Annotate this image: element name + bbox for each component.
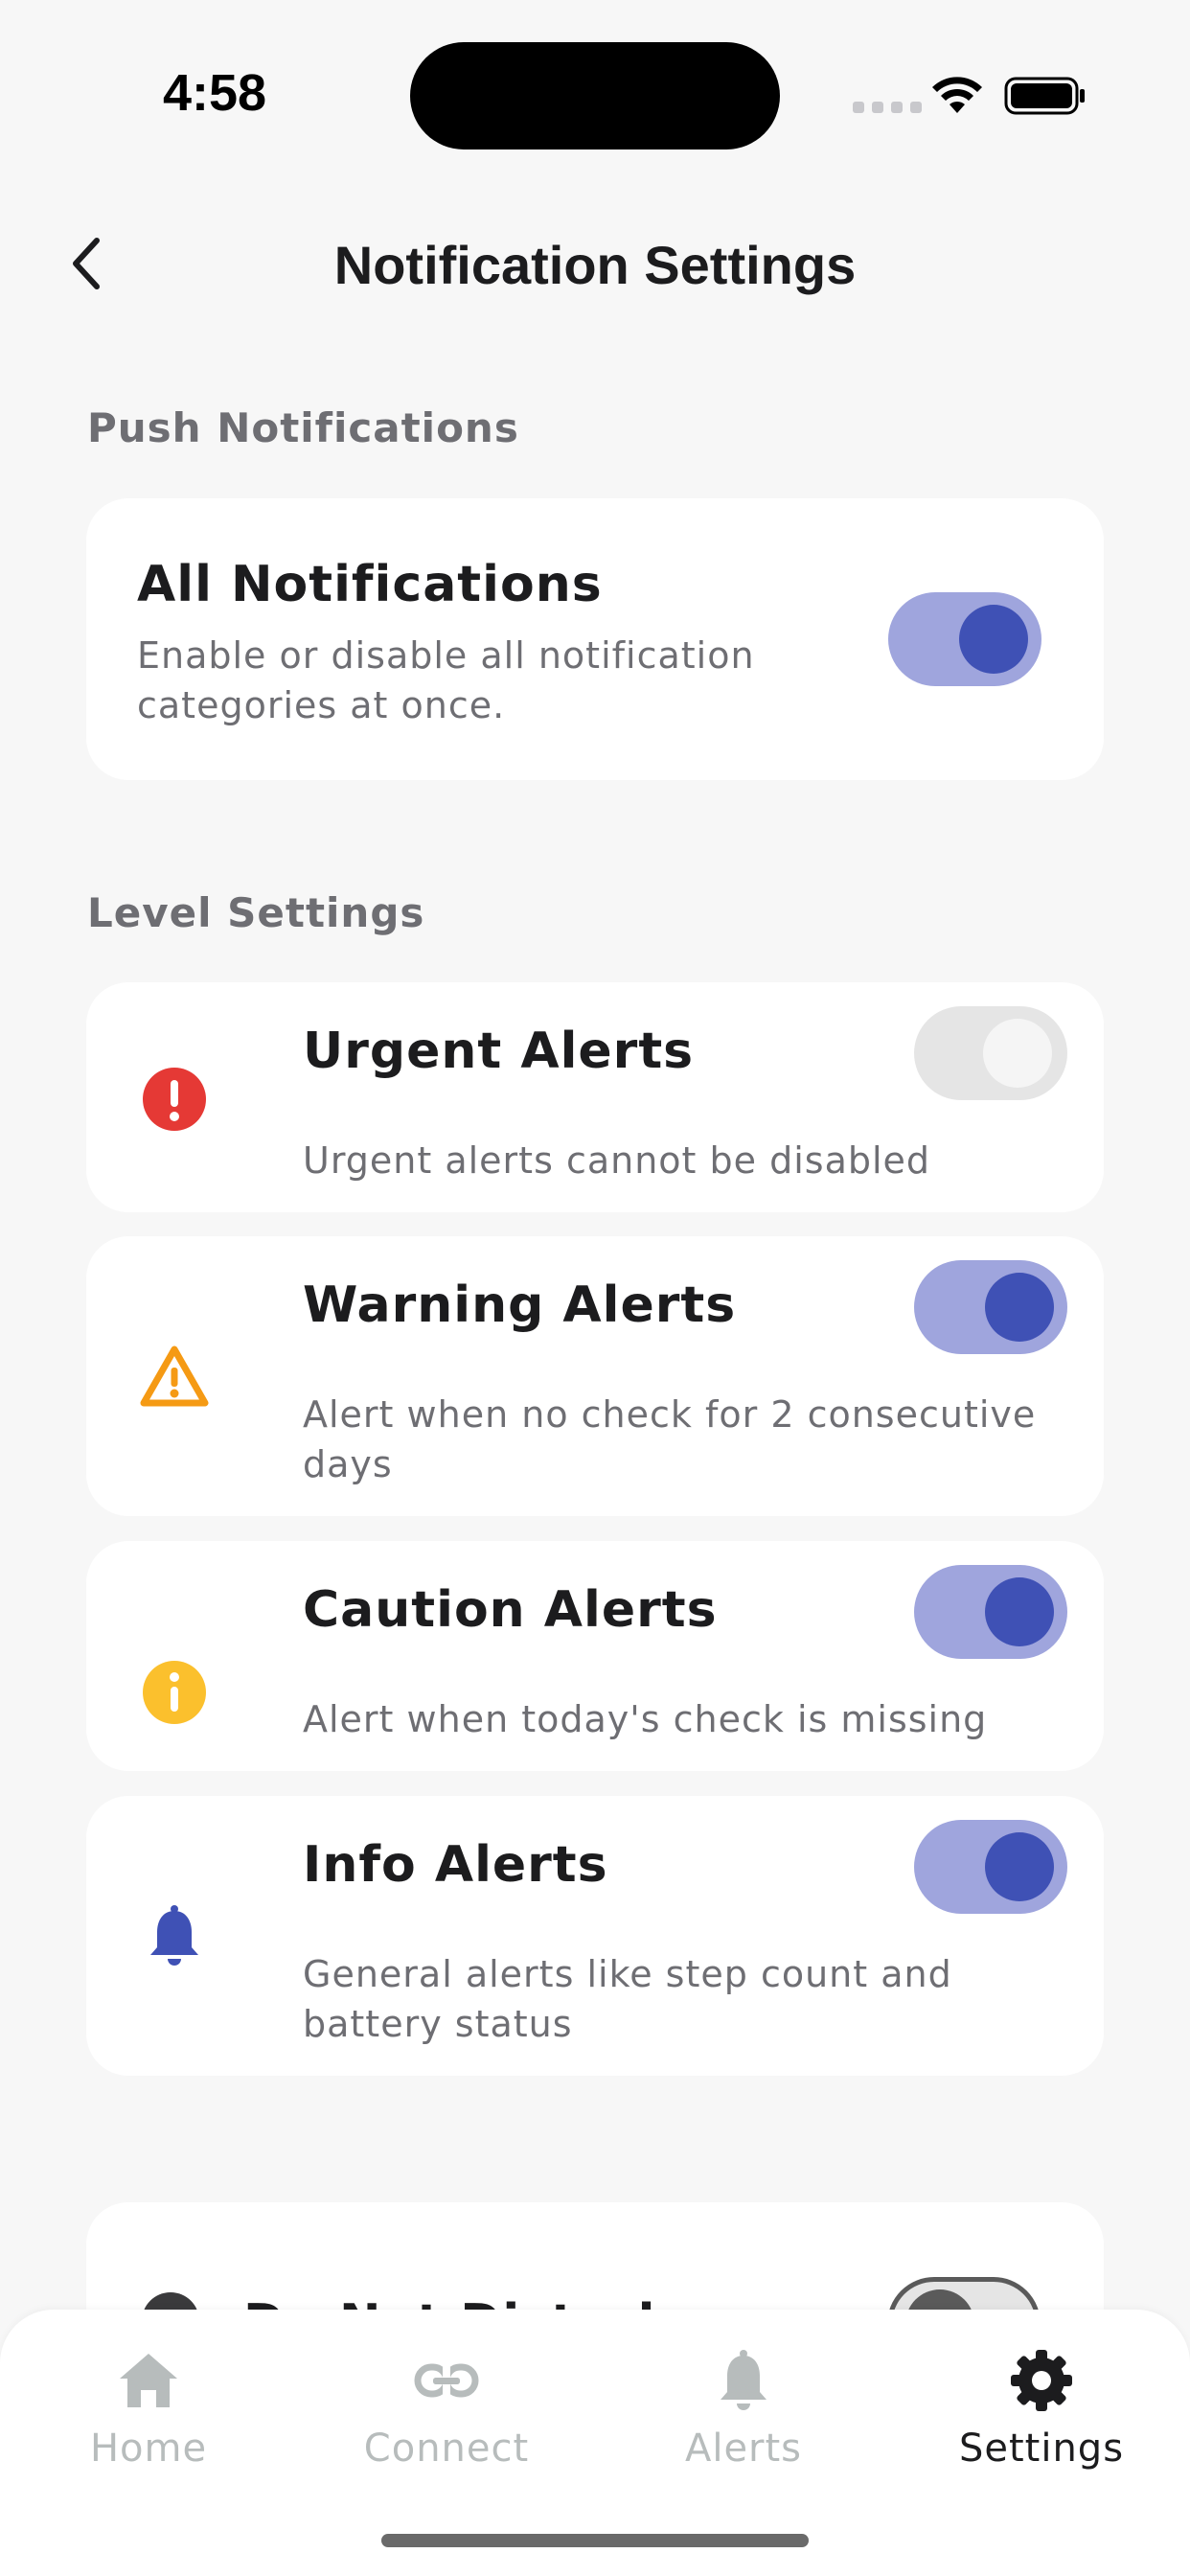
urgent-alerts-description: Urgent alerts cannot be disabled	[303, 1139, 931, 1182]
battery-icon	[1004, 77, 1085, 115]
caution-alerts-title: Caution Alerts	[303, 1581, 718, 1639]
section-label-push: Push Notifications	[87, 404, 519, 451]
urgent-alerts-title: Urgent Alerts	[303, 1023, 695, 1080]
caution-alerts-toggle[interactable]	[914, 1565, 1067, 1659]
status-time: 4:58	[163, 64, 267, 122]
link-icon	[414, 2363, 479, 2398]
tab-connect-label: Connect	[363, 2426, 530, 2471]
tab-alerts-label: Alerts	[684, 2426, 803, 2471]
warning-alerts-card: Warning Alerts Alert when no check for 2…	[86, 1236, 1104, 1516]
info-alerts-description-line1: General alerts like step count and	[303, 1953, 952, 1995]
tab-alerts[interactable]: Alerts	[595, 2338, 892, 2482]
back-button[interactable]	[54, 230, 121, 297]
tab-settings-label: Settings	[958, 2426, 1125, 2471]
all-notifications-description-line2: categories at once.	[137, 684, 506, 726]
wifi-icon	[932, 77, 982, 113]
signal-icon	[853, 102, 922, 113]
toggle-knob	[959, 605, 1028, 674]
status-bar: 4:58	[0, 0, 1190, 192]
caution-alerts-description: Alert when today's check is missing	[303, 1698, 988, 1740]
info-alerts-toggle[interactable]	[914, 1820, 1067, 1914]
bell-icon	[150, 1905, 198, 1966]
all-notifications-description-line1: Enable or disable all notification	[137, 634, 755, 677]
caution-alerts-card: Caution Alerts Alert when today's check …	[86, 1541, 1104, 1771]
toggle-knob	[983, 1019, 1052, 1088]
bell-icon	[721, 2350, 767, 2410]
all-notifications-toggle[interactable]	[888, 592, 1041, 686]
home-icon	[120, 2354, 177, 2407]
all-notifications-card: All Notifications Enable or disable all …	[86, 498, 1104, 780]
gear-icon	[1011, 2350, 1072, 2411]
warning-alerts-title: Warning Alerts	[303, 1276, 737, 1334]
chevron-left-icon	[73, 238, 100, 289]
dynamic-island	[410, 42, 780, 150]
info-alerts-title: Info Alerts	[303, 1836, 608, 1894]
exclamation-circle-icon	[143, 1068, 206, 1131]
toggle-knob	[985, 1832, 1054, 1901]
home-indicator	[381, 2534, 809, 2547]
tab-connect[interactable]: Connect	[298, 2338, 595, 2482]
warning-triangle-icon	[140, 1346, 209, 1407]
info-circle-icon	[143, 1661, 206, 1724]
nav-header: Notification Settings	[0, 211, 1190, 316]
warning-alerts-description-line2: days	[303, 1443, 393, 1485]
toggle-knob	[985, 1273, 1054, 1342]
warning-alerts-toggle[interactable]	[914, 1260, 1067, 1354]
info-alerts-card: Info Alerts General alerts like step cou…	[86, 1796, 1104, 2076]
section-label-level: Level Settings	[87, 889, 425, 936]
all-notifications-title: All Notifications	[137, 556, 603, 613]
tab-home[interactable]: Home	[0, 2338, 297, 2482]
urgent-alerts-card: Urgent Alerts Urgent alerts cannot be di…	[86, 982, 1104, 1212]
tab-settings[interactable]: Settings	[893, 2338, 1190, 2482]
page-title: Notification Settings	[333, 235, 857, 295]
warning-alerts-description-line1: Alert when no check for 2 consecutive	[303, 1393, 1037, 1436]
info-alerts-description-line2: battery status	[303, 2003, 573, 2045]
tab-home-label: Home	[89, 2426, 208, 2471]
urgent-alerts-toggle[interactable]	[914, 1006, 1067, 1100]
toggle-knob	[985, 1577, 1054, 1646]
